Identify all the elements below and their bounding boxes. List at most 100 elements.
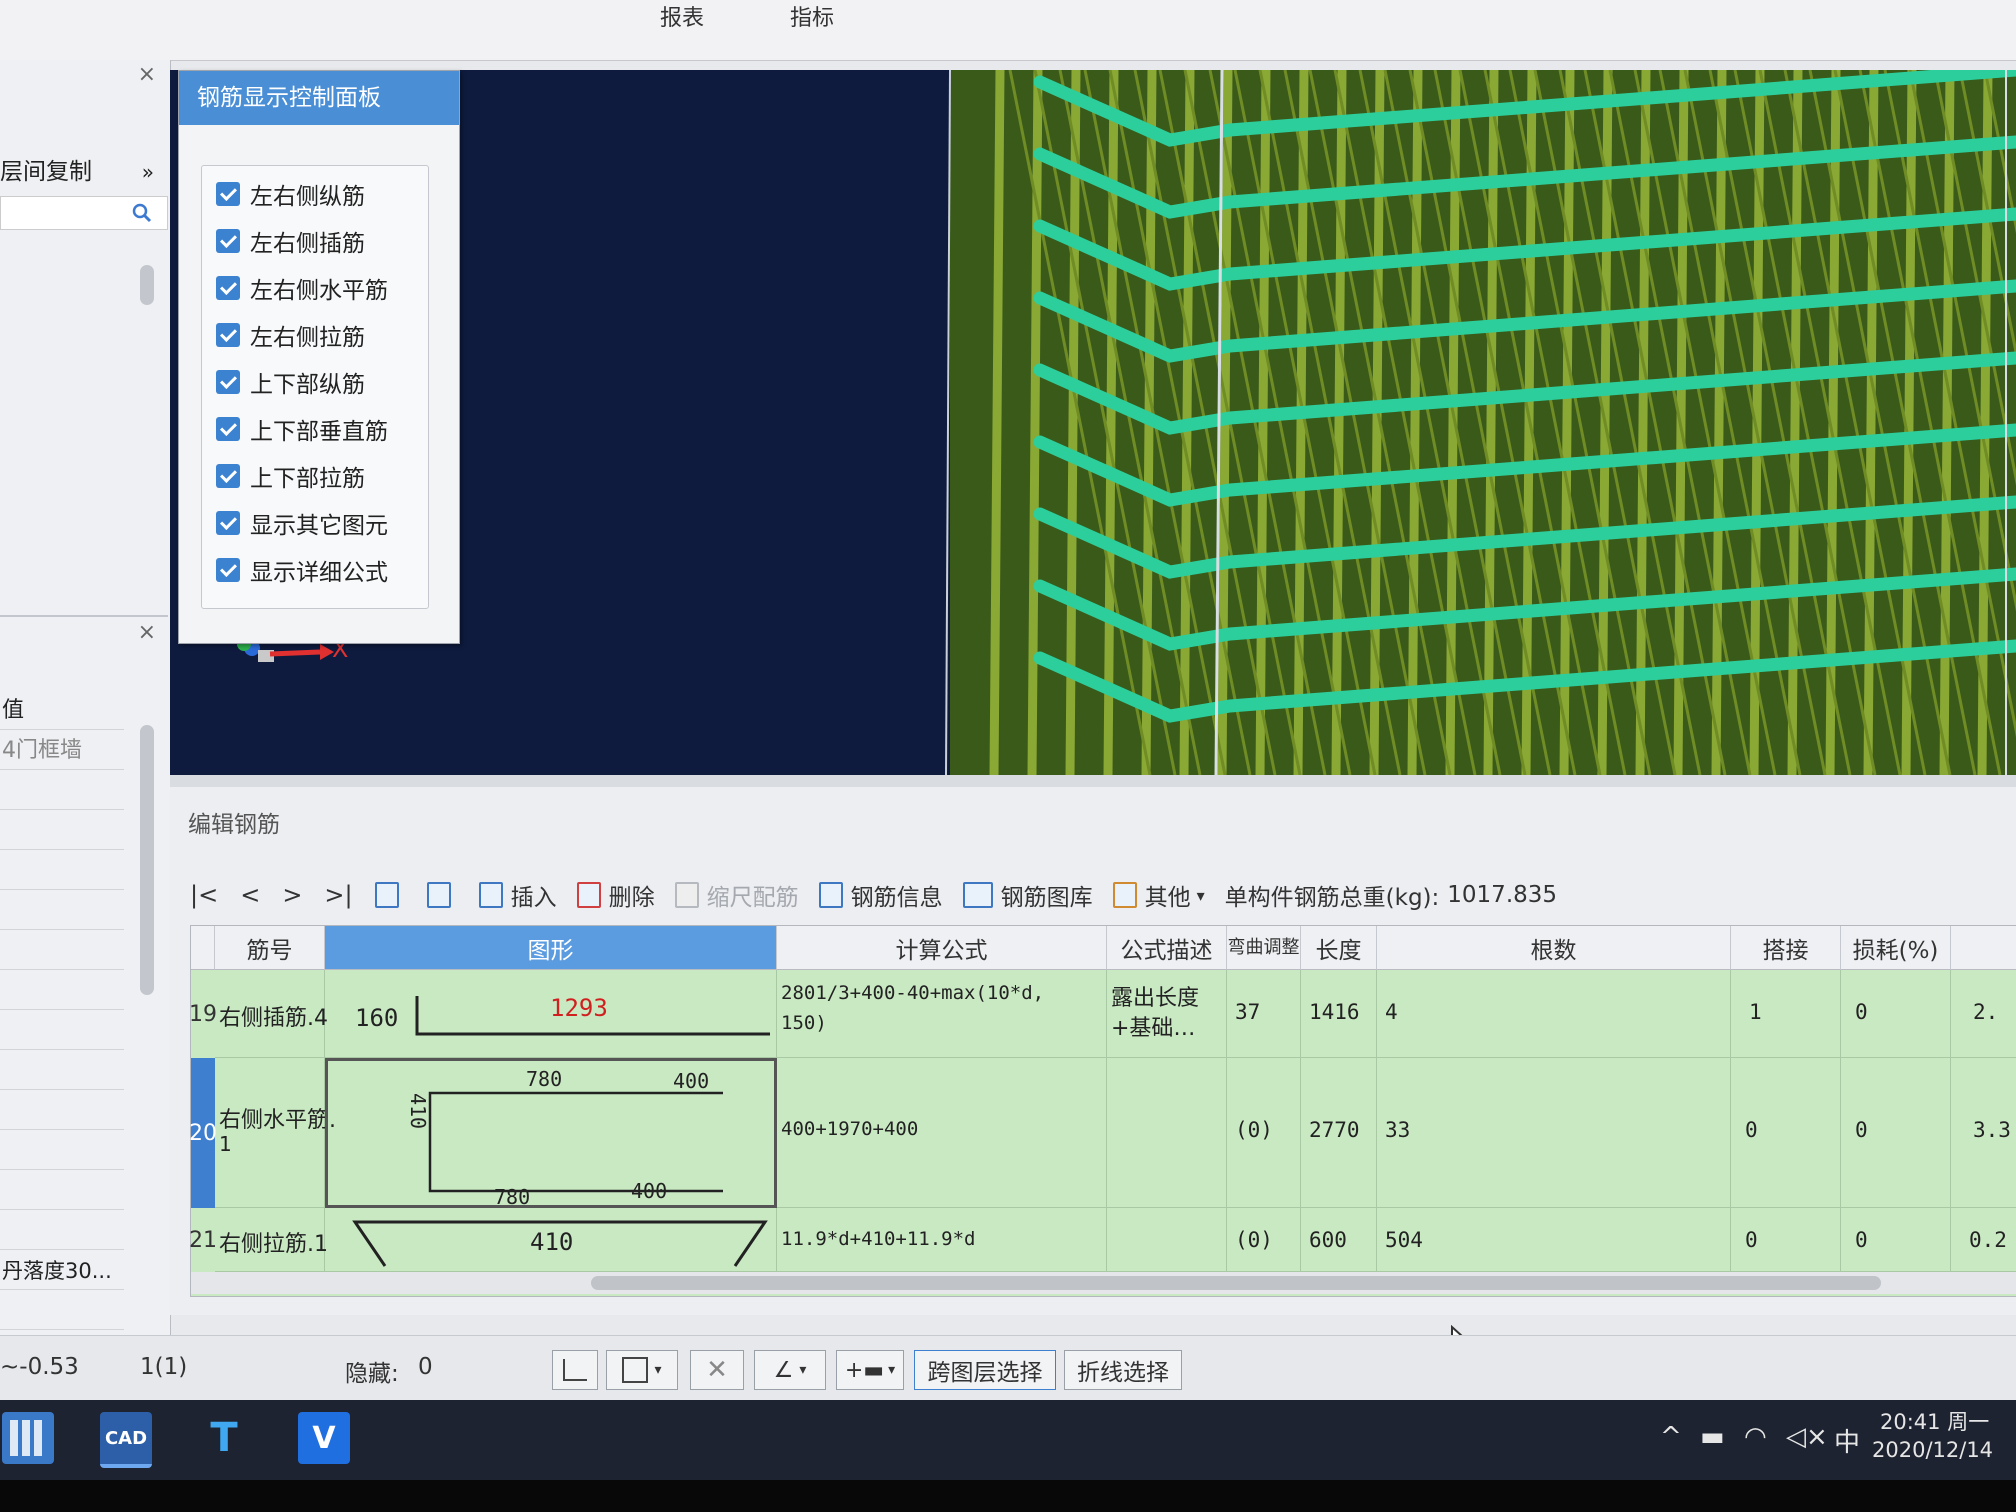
column-header-lap[interactable]: 搭接	[1731, 926, 1841, 970]
horizontal-scrollbar[interactable]	[191, 1272, 2016, 1294]
column-header-length[interactable]: 长度	[1301, 926, 1377, 970]
table-row[interactable]: 21 右侧拉筋.1 410 11.9*d+410+11.9*d (0) 600 …	[189, 1208, 2016, 1272]
extra-cell[interactable]: 3.3	[1951, 1058, 2016, 1208]
menu-indicator[interactable]: 指标	[790, 0, 834, 32]
clock-time[interactable]: 20:41 周一	[1880, 1406, 1989, 1436]
rebar-info-button[interactable]: 钢筋信息	[818, 878, 943, 912]
t-app-icon[interactable]: T	[198, 1412, 250, 1464]
clock-date[interactable]: 2020/12/14	[1872, 1438, 1993, 1462]
rebar-library-button[interactable]: 钢筋图库	[962, 878, 1093, 912]
ime-indicator[interactable]: 中	[1834, 1422, 1860, 1459]
column-header-formula[interactable]: 计算公式	[777, 926, 1107, 970]
loss-cell[interactable]: 0	[1841, 970, 1951, 1058]
next-record-button[interactable]: >	[282, 881, 302, 909]
battery-icon[interactable]: ▬	[1700, 1422, 1725, 1452]
list-item[interactable]	[0, 1132, 124, 1170]
shape-cell[interactable]: 410 780 400 780 400	[325, 1058, 777, 1209]
checkbox-top-bottom-vertical[interactable]: 上下部垂直筋	[216, 411, 388, 447]
insert-button[interactable]: 插入	[478, 878, 557, 912]
count-cell[interactable]: 504	[1377, 1208, 1731, 1272]
list-item[interactable]	[0, 972, 124, 1010]
extra-cell[interactable]: 2.	[1951, 970, 2016, 1058]
search-input[interactable]	[0, 196, 168, 230]
close-icon[interactable]: ×	[138, 620, 156, 645]
formula-cell[interactable]: 2801/3+400-40+max(10*d, 150)	[777, 970, 1107, 1058]
shape-cell[interactable]: 410	[325, 1208, 777, 1272]
last-record-button[interactable]: >|	[324, 881, 352, 909]
length-cell[interactable]: 600	[1301, 1208, 1377, 1272]
loss-cell[interactable]: 0	[1841, 1058, 1951, 1208]
cad-app-icon[interactable]: CAD	[100, 1412, 152, 1468]
formula-desc-cell[interactable]	[1107, 1208, 1227, 1272]
delete-button[interactable]: 删除	[576, 878, 655, 912]
list-item[interactable]: 丹落度30...	[0, 1252, 124, 1290]
v-app-icon[interactable]: V	[298, 1412, 350, 1464]
list-item[interactable]	[0, 812, 124, 850]
count-cell[interactable]: 4	[1377, 970, 1731, 1058]
polyline-select-button[interactable]: 折线选择	[1064, 1350, 1182, 1390]
ortho-toggle-button[interactable]	[552, 1350, 598, 1390]
list-item[interactable]	[0, 772, 124, 810]
loss-cell[interactable]: 0	[1841, 1208, 1951, 1272]
close-icon[interactable]: ×	[138, 62, 156, 87]
lap-cell[interactable]: 0	[1731, 1058, 1841, 1208]
extra-cell[interactable]: 0.2	[1951, 1208, 2016, 1272]
formula-desc-cell[interactable]: 露出长度 +基础…	[1107, 970, 1227, 1058]
list-item[interactable]: 值	[0, 692, 124, 730]
column-header-loss[interactable]: 损耗(%)	[1841, 926, 1951, 970]
lap-cell[interactable]: 1	[1731, 970, 1841, 1058]
scale-rebar-button[interactable]: 缩尺配筋	[674, 878, 799, 912]
list-item[interactable]	[0, 1292, 124, 1330]
formula-cell[interactable]: 400+1970+400	[777, 1058, 1107, 1208]
lap-cell[interactable]: 0	[1731, 1208, 1841, 1272]
chevron-up-icon[interactable]: ^	[1660, 1422, 1682, 1452]
snap-tool-button[interactable]: +▬ ▾	[836, 1350, 904, 1390]
wifi-icon[interactable]: ◠	[1744, 1422, 1767, 1452]
checkbox-left-right-dowel[interactable]: 左右侧插筋	[216, 223, 365, 259]
layer-copy-item[interactable]: 层间复制 »	[0, 150, 168, 194]
cross-layer-select-button[interactable]: 跨图层选择	[914, 1350, 1056, 1390]
move-up-button[interactable]	[374, 882, 407, 908]
checkbox-left-right-tie[interactable]: 左右侧拉筋	[216, 317, 365, 353]
list-item[interactable]	[0, 1052, 124, 1090]
checkbox-top-bottom-longitudinal[interactable]: 上下部纵筋	[216, 364, 365, 400]
volume-muted-icon[interactable]: ◁×	[1786, 1422, 1828, 1452]
column-header-extra[interactable]	[1951, 926, 2016, 970]
cancel-select-button[interactable]: ✕	[690, 1350, 744, 1390]
table-row[interactable]: 20 右侧水平筋. 1 410 780 400 780 400 400+1970…	[189, 1058, 2016, 1209]
list-item[interactable]	[0, 892, 124, 930]
length-cell[interactable]: 2770	[1301, 1058, 1377, 1208]
checkbox-show-detailed-formula[interactable]: 显示详细公式	[216, 552, 388, 588]
column-header-count[interactable]: 根数	[1377, 926, 1731, 970]
scrollbar-thumb[interactable]	[591, 1276, 1881, 1290]
column-header-bend-adjust[interactable]: 弯曲调整	[1227, 926, 1301, 970]
table-row[interactable]: 19 右侧插筋.4 160 1293 2801/3+400-40+max(10*…	[189, 970, 2016, 1058]
formula-desc-cell[interactable]	[1107, 1058, 1227, 1208]
bend-cell[interactable]: (0)	[1227, 1208, 1301, 1272]
column-header-bar-no[interactable]: 筋号	[215, 926, 325, 970]
first-record-button[interactable]: |<	[190, 881, 218, 909]
checkbox-top-bottom-tie[interactable]: 上下部拉筋	[216, 458, 365, 494]
list-item[interactable]: 4门框墙	[0, 732, 124, 770]
checkbox-left-right-longitudinal[interactable]: 左右侧纵筋	[216, 176, 365, 212]
length-cell[interactable]: 1416	[1301, 970, 1377, 1058]
prev-record-button[interactable]: <	[240, 881, 260, 909]
scrollbar[interactable]	[140, 265, 154, 305]
list-item[interactable]	[0, 1012, 124, 1050]
bend-cell[interactable]: 37	[1227, 970, 1301, 1058]
count-cell[interactable]: 33	[1377, 1058, 1731, 1208]
shape-cell[interactable]: 160 1293	[325, 970, 777, 1058]
menu-report[interactable]: 报表	[660, 0, 704, 32]
column-header-shape[interactable]: 图形	[325, 926, 777, 970]
checkbox-show-other-elements[interactable]: 显示其它图元	[216, 505, 388, 541]
column-header-formula-desc[interactable]: 公式描述	[1107, 926, 1227, 970]
list-item[interactable]	[0, 1172, 124, 1210]
list-item[interactable]	[0, 1092, 124, 1130]
bend-cell[interactable]: (0)	[1227, 1058, 1301, 1208]
checkbox-left-right-horizontal[interactable]: 左右侧水平筋	[216, 270, 388, 306]
splitter[interactable]	[170, 775, 2016, 787]
other-dropdown[interactable]: 其他 ▾	[1112, 878, 1205, 912]
formula-cell[interactable]: 11.9*d+410+11.9*d	[777, 1208, 1107, 1272]
select-box-button[interactable]: ▾	[606, 1350, 678, 1390]
list-item[interactable]	[0, 932, 124, 970]
